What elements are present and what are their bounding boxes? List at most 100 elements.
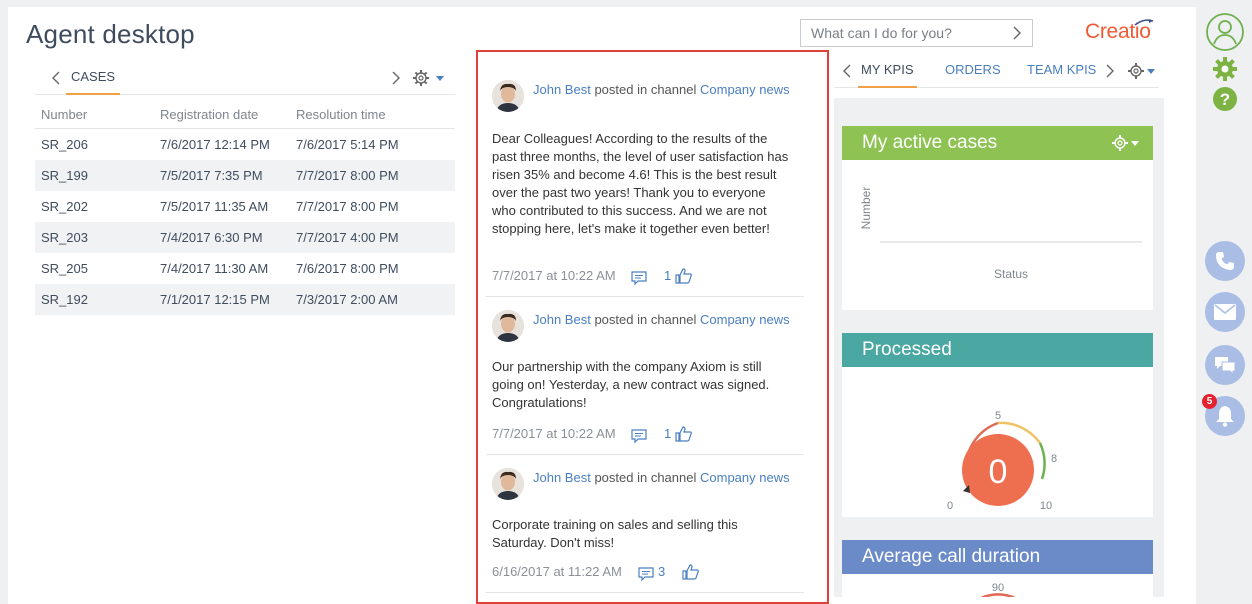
thumbs-up-icon[interactable]: [675, 268, 693, 284]
tab-cases[interactable]: CASES: [66, 61, 121, 95]
help-icon[interactable]: ?: [1212, 86, 1238, 112]
logo-swoosh-icon: [1134, 19, 1154, 26]
command-input[interactable]: [801, 20, 996, 46]
table-row[interactable]: SR_192 7/1/2017 12:15 PM 7/3/2017 2:00 A…: [35, 284, 455, 315]
case-registration: 7/4/2017 6:30 PM: [160, 230, 263, 245]
table-row[interactable]: SR_202 7/5/2017 11:35 AM 7/7/2017 8:00 P…: [35, 191, 455, 222]
post-date: 7/7/2017 at 10:22 AM: [492, 426, 616, 441]
table-row[interactable]: SR_206 7/6/2017 12:14 PM 7/6/2017 5:14 P…: [35, 129, 455, 160]
post-header: John Best posted in channel Company news: [533, 310, 803, 329]
call-duration-gauge: 90: [980, 582, 1016, 597]
post-header: John Best posted in channel Company news: [533, 80, 803, 99]
table-row[interactable]: SR_199 7/5/2017 7:35 PM 7/7/2017 8:00 PM: [35, 160, 455, 191]
comment-icon[interactable]: [638, 566, 654, 582]
chevron-left-icon[interactable]: [51, 71, 61, 85]
author-link[interactable]: John Best: [533, 312, 591, 327]
like-count[interactable]: 1: [664, 268, 671, 283]
case-resolution: 7/3/2017 2:00 AM: [296, 292, 398, 307]
avatar[interactable]: [492, 310, 524, 342]
case-number: SR_203: [41, 230, 88, 245]
post-text: Dear Colleagues! According to the result…: [492, 131, 789, 236]
chevron-left-icon[interactable]: [842, 64, 852, 78]
chevron-right-icon[interactable]: [1105, 64, 1115, 78]
gear-icon[interactable]: [1127, 61, 1159, 81]
post-action: posted in channel: [594, 82, 697, 97]
envelope-icon: [1214, 304, 1236, 320]
thumbs-up-icon[interactable]: [682, 564, 700, 580]
widget-title-text: Processed: [862, 339, 952, 360]
avatar[interactable]: [492, 80, 524, 112]
case-resolution: 7/6/2017 8:00 PM: [296, 261, 399, 276]
widget-title: My active cases: [842, 126, 1153, 160]
dashboard-body: My active cases Number Status Processed: [834, 98, 1164, 597]
case-number: SR_206: [41, 137, 88, 152]
post-meta: 7/7/2017 at 10:22 AM 1: [492, 268, 792, 288]
col-resolution-time[interactable]: Resolution time: [290, 107, 450, 122]
table-row[interactable]: SR_205 7/4/2017 11:30 AM 7/6/2017 8:00 P…: [35, 253, 455, 284]
post-header: John Best posted in channel Company news: [533, 468, 803, 487]
case-number: SR_199: [41, 168, 88, 183]
widget-title-text: My active cases: [862, 132, 998, 153]
chart-ylabel: Number: [859, 187, 873, 230]
tab-team-kpis[interactable]: TEAM KPIS: [1027, 54, 1096, 88]
gauge-tick: 10: [1040, 500, 1052, 512]
post-date: 6/16/2017 at 11:22 AM: [492, 564, 622, 579]
widget-title: Average call duration: [842, 540, 1153, 574]
gear-icon[interactable]: [1111, 134, 1143, 152]
case-resolution: 7/6/2017 5:14 PM: [296, 137, 399, 152]
gear-icon[interactable]: [412, 68, 454, 88]
chevron-right-icon[interactable]: [391, 71, 401, 85]
profile-icon[interactable]: [1205, 12, 1245, 52]
chart-xlabel: Status: [994, 267, 1028, 281]
author-link[interactable]: John Best: [533, 470, 591, 485]
post-meta: 7/7/2017 at 10:22 AM 1: [492, 426, 792, 446]
comment-icon[interactable]: [631, 428, 647, 444]
post-divider: [486, 296, 804, 297]
widget-title-text: Average call duration: [862, 546, 1041, 567]
comment-icon[interactable]: [631, 270, 647, 286]
channel-link[interactable]: Company news: [700, 470, 790, 485]
dashboard-panel: MY KPIS ORDERS TEAM KPIS My active cases: [826, 54, 1171, 597]
cases-table-header: Number Registration date Resolution time: [35, 101, 455, 129]
widget-average-call-duration: Average call duration 90: [842, 540, 1153, 597]
widget-processed: Processed 0 0 5 8 10: [842, 333, 1153, 517]
gauge-tick: 5: [995, 410, 1001, 422]
case-registration: 7/5/2017 7:35 PM: [160, 168, 263, 183]
right-rail: ?: [1198, 0, 1252, 604]
channel-link[interactable]: Company news: [700, 312, 790, 327]
command-line[interactable]: [800, 19, 1033, 47]
thumbs-up-icon[interactable]: [675, 426, 693, 442]
phone-button[interactable]: [1205, 241, 1245, 281]
chat-button[interactable]: [1205, 345, 1245, 385]
tab-my-kpis[interactable]: MY KPIS: [858, 54, 917, 88]
gear-icon[interactable]: [1212, 56, 1238, 82]
cases-tabs: CASES: [35, 61, 455, 95]
table-row[interactable]: SR_203 7/4/2017 6:30 PM 7/7/2017 4:00 PM: [35, 222, 455, 253]
gauge-arc-red: [980, 593, 1016, 597]
case-resolution: 7/7/2017 8:00 PM: [296, 168, 399, 183]
col-number[interactable]: Number: [35, 107, 154, 122]
chevron-right-icon[interactable]: [1008, 24, 1026, 42]
like-count[interactable]: 1: [664, 426, 671, 441]
post-text: Our partnership with the company Axiom i…: [492, 359, 770, 410]
processed-gauge: 0 0 5 8 10: [947, 410, 1057, 512]
author-link[interactable]: John Best: [533, 82, 591, 97]
bell-icon: [1216, 406, 1234, 427]
channel-link[interactable]: Company news: [700, 82, 790, 97]
post-meta: 6/16/2017 at 11:22 AM 3: [492, 564, 792, 584]
case-resolution: 7/7/2017 8:00 PM: [296, 199, 399, 214]
case-registration: 7/4/2017 11:30 AM: [160, 261, 269, 276]
email-button[interactable]: [1205, 292, 1245, 332]
comment-count[interactable]: 3: [658, 564, 665, 579]
case-number: SR_192: [41, 292, 88, 307]
gauge-tick: 8: [1051, 453, 1057, 465]
tab-orders[interactable]: ORDERS: [945, 54, 1001, 88]
avatar[interactable]: [492, 468, 524, 500]
gauge-tick: 0: [947, 500, 953, 512]
gauge-arc-green: [1038, 442, 1046, 480]
post-action: posted in channel: [594, 470, 697, 485]
active-cases-chart: Number Status: [859, 187, 1142, 281]
gauge-tick: 90: [992, 582, 1004, 594]
chat-icon: [1215, 357, 1236, 375]
col-registration-date[interactable]: Registration date: [154, 107, 290, 122]
